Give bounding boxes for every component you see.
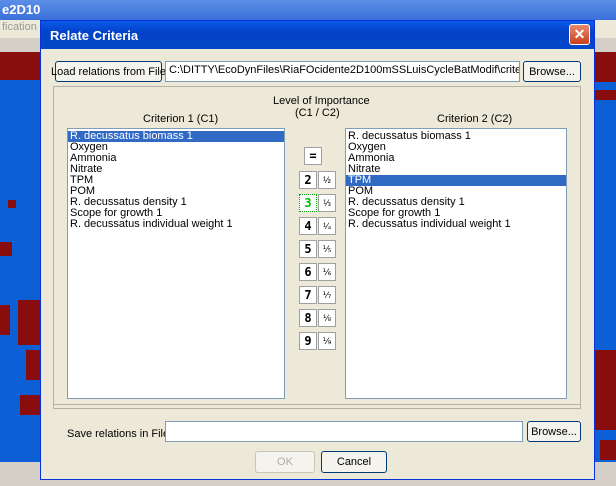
browse-save-button[interactable]: Browse... [527, 421, 581, 442]
background-menu-item: fication [2, 21, 37, 33]
equal-importance-button[interactable]: = [304, 147, 322, 165]
load-path-field[interactable]: C:\DITTY\EcoDynFiles\RiaFOcidente2D100mS… [165, 61, 520, 82]
map-land-left [26, 350, 40, 380]
level-6-button[interactable]: 6 [299, 263, 317, 281]
map-land-right [595, 52, 616, 82]
map-land-right [600, 440, 616, 460]
save-relations-label: Save relations in File [67, 428, 170, 440]
level-1-6-button[interactable]: ⅙ [318, 263, 336, 281]
load-relations-button[interactable]: Load relations from File [51, 61, 166, 82]
criterion2-list-item[interactable]: Nitrate [346, 164, 566, 175]
ok-button[interactable]: OK [255, 451, 315, 473]
level-1-2-button[interactable]: ½ [318, 171, 336, 189]
dialog-title-bar: Relate Criteria ✕ [41, 21, 594, 49]
map-land-left [0, 242, 12, 256]
criterion1-header: Criterion 1 (C1) [143, 113, 219, 125]
importance-header-line1: Level of Importance [273, 95, 370, 107]
level-7-button[interactable]: 7 [299, 286, 317, 304]
map-land-right [595, 350, 616, 430]
level-9-button[interactable]: 9 [299, 332, 317, 350]
close-icon: ✕ [573, 26, 586, 42]
level-1-7-button[interactable]: ⅐ [318, 286, 336, 304]
level-8-button[interactable]: 8 [299, 309, 317, 327]
background-title-bar: e2D10 [0, 0, 616, 20]
criterion1-list-item[interactable]: Nitrate [68, 164, 284, 175]
cancel-button[interactable]: Cancel [321, 451, 387, 473]
level-3-button[interactable]: 3 [299, 194, 317, 212]
level-1-9-button[interactable]: ⅑ [318, 332, 336, 350]
level-1-3-button[interactable]: ⅓ [318, 194, 336, 212]
map-land-left [20, 395, 40, 415]
map-land-right [595, 90, 616, 100]
criterion1-listbox[interactable]: R. decussatus biomass 1 Oxygen Ammonia Nitr… [67, 128, 285, 399]
level-1-5-button[interactable]: ⅕ [318, 240, 336, 258]
background-title: e2D10 [2, 2, 41, 17]
level-1-4-button[interactable]: ¼ [318, 217, 336, 235]
criterion2-listbox[interactable]: R. decussatus biomass 1 Oxygen Ammonia Nitr… [345, 128, 567, 399]
dialog-title: Relate Criteria [50, 28, 139, 43]
importance-header-line2: (C1 / C2) [295, 107, 340, 119]
criterion2-list-item[interactable]: TPM [346, 175, 566, 186]
map-land-left [0, 305, 10, 335]
map-land-left [0, 52, 40, 80]
map-land-left [18, 300, 40, 345]
map-land-left [8, 200, 16, 208]
criterion1-list-item[interactable]: TPM [68, 175, 284, 186]
save-path-field[interactable] [165, 421, 523, 442]
criterion2-list-item[interactable]: R. decussatus individual weight 1 [346, 219, 566, 230]
criterion2-header: Criterion 2 (C2) [437, 113, 513, 125]
browse-load-button[interactable]: Browse... [523, 61, 581, 82]
criterion1-list-item[interactable]: R. decussatus individual weight 1 [68, 219, 284, 230]
level-1-8-button[interactable]: ⅛ [318, 309, 336, 327]
level-2-button[interactable]: 2 [299, 171, 317, 189]
relate-criteria-dialog: Relate Criteria ✕ Load relations from Fi… [40, 20, 595, 480]
close-button[interactable]: ✕ [569, 24, 590, 45]
separator-line [53, 404, 581, 405]
level-4-button[interactable]: 4 [299, 217, 317, 235]
level-5-button[interactable]: 5 [299, 240, 317, 258]
